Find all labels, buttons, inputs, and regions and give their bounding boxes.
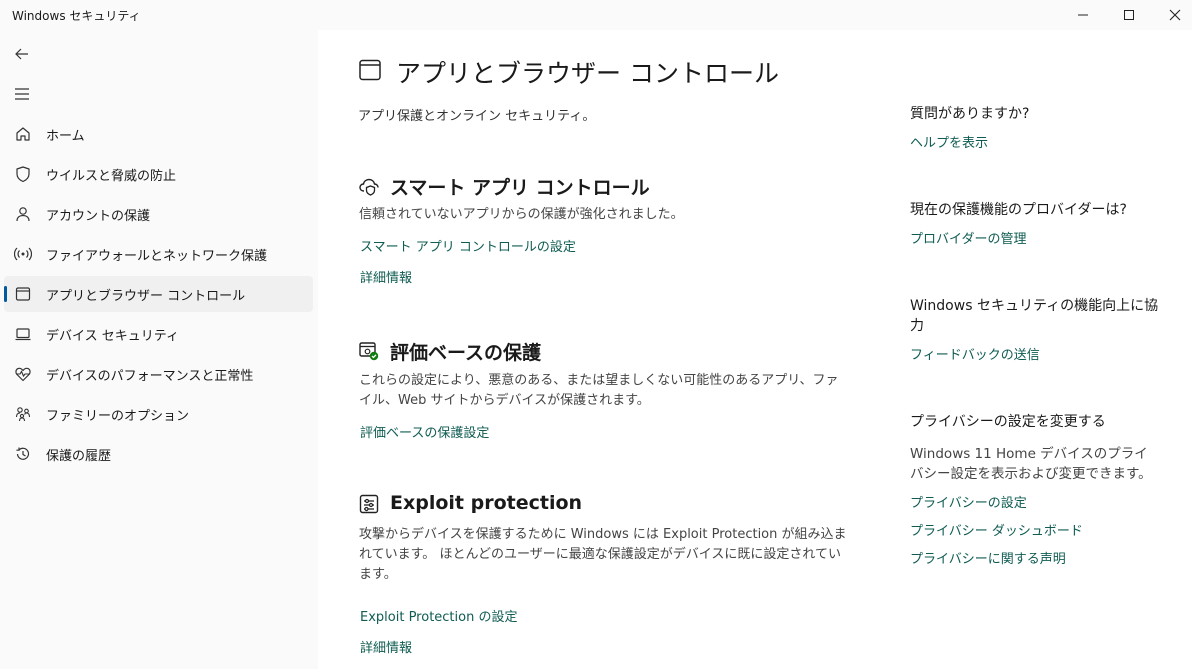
person-icon — [12, 203, 34, 225]
title-bar: Windows セキュリティ — [0, 0, 1192, 30]
section-title-smart-app-control: スマート アプリ コントロール — [390, 177, 650, 199]
sidebar-item-virus-protection[interactable]: ウイルスと脅威の防止 — [4, 156, 313, 192]
minimize-button[interactable] — [1060, 0, 1106, 30]
section-description-smart-app-control: 信頼されていないアプリからの保護が強化されました。 — [359, 207, 684, 222]
back-arrow-icon — [15, 48, 28, 60]
section-description-exploit-protection: 攻撃からデバイスを保護するために Windows には Exploit Prot… — [359, 527, 847, 582]
privacy-dashboard-link[interactable]: プライバシー ダッシュボード — [910, 520, 1083, 539]
section-description-reputation-protection: これらの設定により、悪意のある、または望ましくない可能性のあるアプリ、ファイル、… — [359, 373, 839, 408]
heart-pulse-icon — [12, 363, 34, 385]
network-icon — [12, 243, 34, 265]
exploit-protection-settings-link[interactable]: Exploit Protection の設定 — [360, 606, 517, 625]
sidebar: ホーム ウイルスと脅威の防止 アカウントの保護 ファイアウォールとネットワーク保… — [0, 30, 318, 669]
help-question: 質問がありますか? — [910, 106, 1030, 122]
feedback-link[interactable]: フィードバックの送信 — [910, 344, 1040, 363]
page-subtitle: アプリ保護とオンライン セキュリティ。 — [358, 109, 596, 124]
sidebar-item-device-performance[interactable]: デバイスのパフォーマンスと正常性 — [4, 356, 313, 392]
sidebar-item-family-options[interactable]: ファミリーのオプション — [4, 396, 313, 432]
sidebar-item-label: アカウントの保護 — [46, 208, 151, 224]
sidebar-item-home[interactable]: ホーム — [4, 116, 313, 152]
close-icon — [1169, 9, 1181, 21]
close-button[interactable] — [1152, 0, 1192, 30]
smart-app-control-settings-link[interactable]: スマート アプリ コントロールの設定 — [360, 236, 576, 255]
back-button[interactable] — [6, 40, 38, 68]
family-icon — [12, 403, 34, 425]
home-icon — [12, 123, 34, 145]
exploit-protection-learn-more-link[interactable]: 詳細情報 — [360, 637, 412, 656]
cloud-shield-icon — [358, 175, 380, 201]
hamburger-menu-button[interactable] — [6, 80, 38, 108]
sidebar-item-device-security[interactable]: デバイス セキュリティ — [4, 316, 313, 352]
sidebar-item-label: デバイス セキュリティ — [46, 328, 179, 344]
sidebar-item-label: ファイアウォールとネットワーク保護 — [46, 248, 268, 264]
reputation-check-icon — [358, 340, 380, 366]
maximize-button[interactable] — [1106, 0, 1152, 30]
manage-providers-link[interactable]: プロバイダーの管理 — [910, 228, 1026, 247]
help-link[interactable]: ヘルプを表示 — [910, 132, 988, 151]
sidebar-item-label: ウイルスと脅威の防止 — [46, 168, 177, 184]
page-title: アプリとブラウザー コントロール — [396, 59, 779, 88]
reputation-protection-settings-link[interactable]: 評価ベースの保護設定 — [360, 422, 489, 441]
sidebar-item-firewall[interactable]: ファイアウォールとネットワーク保護 — [4, 236, 313, 272]
smart-app-control-learn-more-link[interactable]: 詳細情報 — [360, 267, 412, 286]
sidebar-item-protection-history[interactable]: 保護の履歴 — [4, 436, 313, 472]
sidebar-item-label: ファミリーのオプション — [46, 408, 190, 424]
exploit-sliders-icon — [358, 493, 380, 519]
privacy-statement-link[interactable]: プライバシーに関する声明 — [910, 548, 1066, 567]
window-title: Windows セキュリティ — [12, 9, 141, 23]
shield-icon — [12, 163, 34, 185]
sidebar-item-label: 保護の履歴 — [46, 448, 112, 464]
hamburger-icon — [15, 88, 29, 100]
privacy-question: プライバシーの設定を変更する — [910, 414, 1106, 430]
improve-question: Windows セキュリティの機能向上に協力 — [910, 298, 1159, 334]
history-icon — [12, 443, 34, 465]
laptop-icon — [12, 323, 34, 345]
app-window-icon — [12, 283, 34, 305]
sidebar-item-label: デバイスのパフォーマンスと正常性 — [46, 368, 254, 384]
sidebar-item-account-protection[interactable]: アカウントの保護 — [4, 196, 313, 232]
sidebar-item-label: ホーム — [46, 128, 85, 144]
provider-question: 現在の保護機能のプロバイダーは? — [910, 202, 1127, 218]
active-indicator — [4, 286, 7, 302]
sidebar-item-app-browser-control[interactable]: アプリとブラウザー コントロール — [4, 276, 313, 312]
section-title-exploit-protection: Exploit protection — [390, 492, 583, 514]
privacy-description: Windows 11 Home デバイスのプライバシー設定を表示および変更できま… — [910, 446, 1152, 482]
main-content: アプリとブラウザー コントロール アプリ保護とオンライン セキュリティ。 スマー… — [318, 30, 1192, 669]
sidebar-item-label: アプリとブラウザー コントロール — [46, 288, 246, 304]
section-title-reputation-protection: 評価ベースの保護 — [390, 342, 542, 364]
app-window-icon — [358, 58, 382, 86]
maximize-icon — [1124, 10, 1134, 20]
minimize-icon — [1078, 14, 1088, 16]
privacy-settings-link[interactable]: プライバシーの設定 — [910, 492, 1027, 511]
